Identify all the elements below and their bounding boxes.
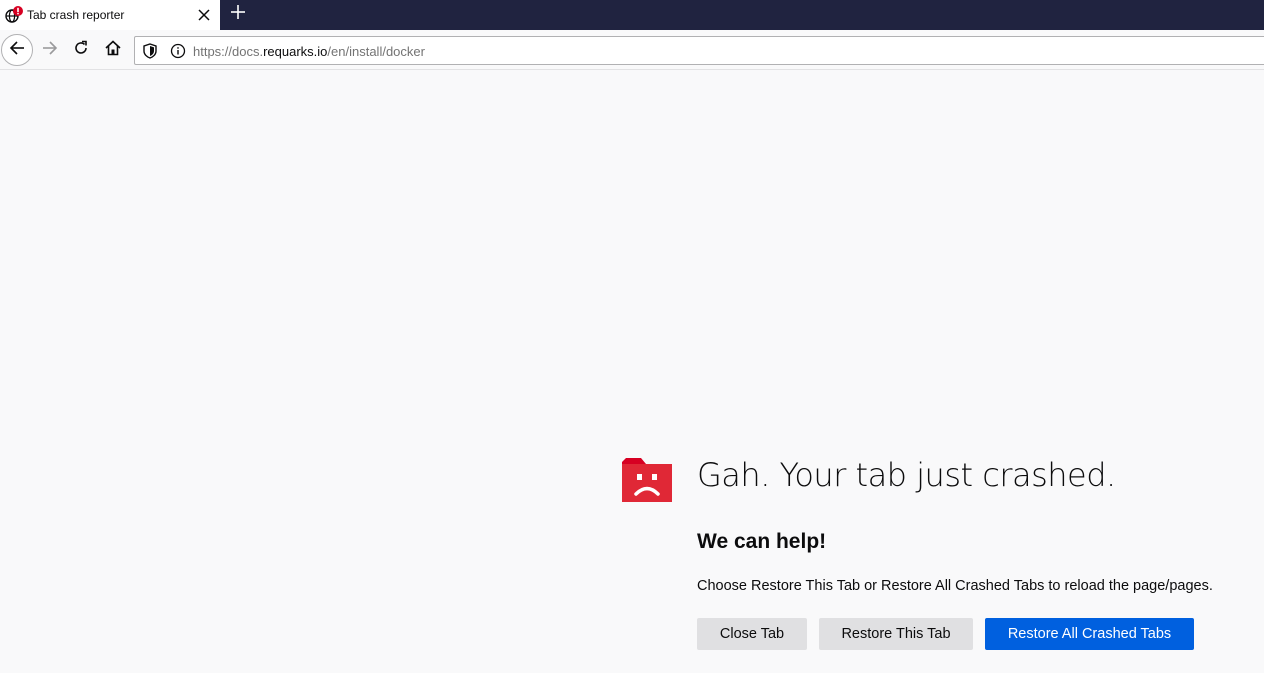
forward-arrow-icon: [42, 40, 58, 61]
page-title: Gah. Your tab just crashed.: [697, 456, 1116, 494]
help-description: Choose Restore This Tab or Restore All C…: [697, 578, 1213, 594]
forward-button[interactable]: [35, 35, 65, 65]
tab-strip: Tab crash reporter: [0, 0, 1264, 30]
help-heading: We can help!: [697, 530, 827, 553]
close-tab-button[interactable]: Close Tab: [697, 618, 807, 650]
new-tab-button[interactable]: [227, 3, 249, 25]
back-arrow-icon: [9, 40, 25, 61]
crashed-globe-icon: [5, 6, 23, 24]
url-host: requarks.io: [263, 44, 328, 59]
tab-title: Tab crash reporter: [27, 8, 125, 22]
site-info-icon[interactable]: [169, 42, 187, 60]
url-bar[interactable]: https://docs.requarks.io/en/install/dock…: [134, 36, 1264, 65]
url-path: /en/install/docker: [327, 44, 425, 59]
navigation-toolbar: https://docs.requarks.io/en/install/dock…: [0, 30, 1264, 70]
home-button[interactable]: [98, 35, 128, 65]
tab-crash-reporter[interactable]: Tab crash reporter: [0, 0, 220, 30]
sad-folder-icon: [620, 456, 674, 504]
reload-button[interactable]: [66, 35, 96, 65]
close-tab-icon[interactable]: [194, 5, 214, 25]
restore-this-tab-button[interactable]: Restore This Tab: [819, 618, 973, 650]
back-button[interactable]: [1, 34, 33, 66]
url-text: https://docs.requarks.io/en/install/dock…: [193, 44, 425, 59]
plus-icon: [231, 4, 245, 24]
home-icon: [105, 39, 121, 61]
tracking-protection-shield-icon[interactable]: [141, 42, 159, 60]
reload-icon: [73, 40, 89, 61]
restore-all-crashed-tabs-button[interactable]: Restore All Crashed Tabs: [985, 618, 1194, 650]
url-prefix: https://docs.: [193, 44, 264, 59]
